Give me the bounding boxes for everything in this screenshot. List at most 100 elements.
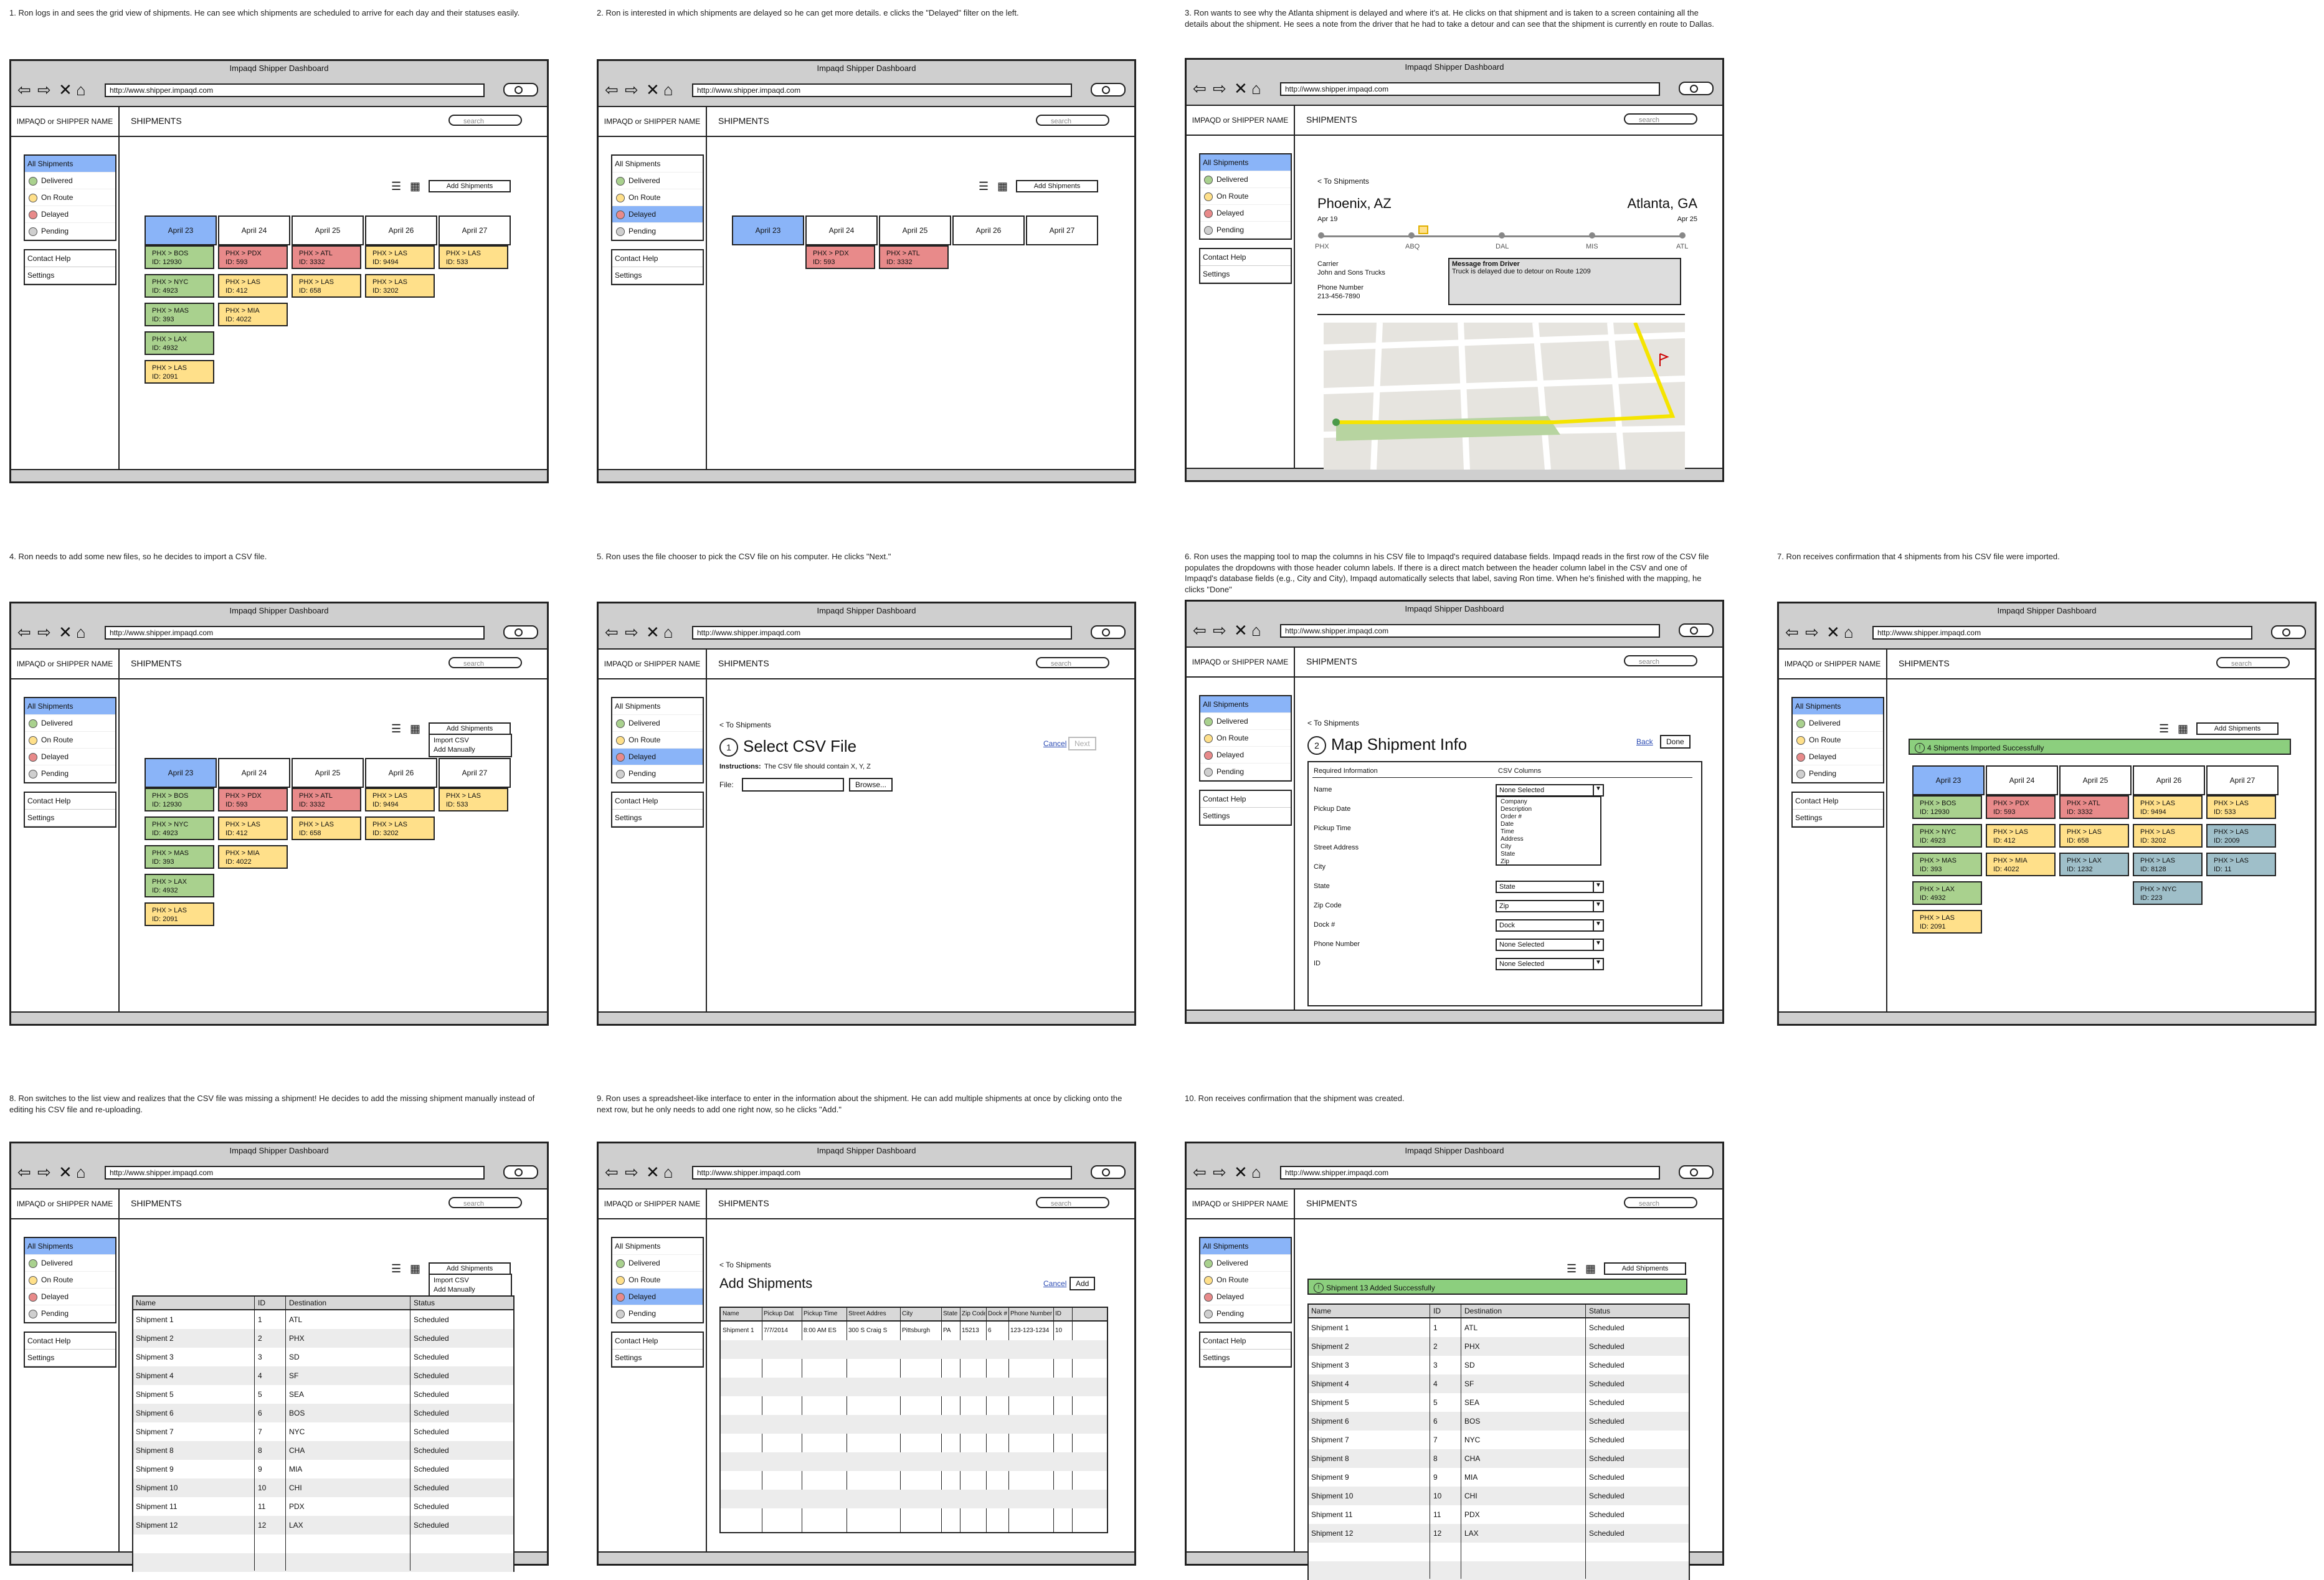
add-shipments-button[interactable]: Add Shipments — [2196, 722, 2279, 735]
day-column-header[interactable]: April 27 — [1026, 215, 1098, 245]
day-column-header[interactable]: April 25 — [292, 758, 364, 788]
sheet-empty-row[interactable] — [721, 1396, 1107, 1415]
search-input[interactable]: search — [448, 115, 522, 126]
shipment-card[interactable]: PHX > LAX ID: 1232 — [2059, 853, 2129, 876]
table-row[interactable]: Shipment 4 4 SF Scheduled — [133, 1366, 513, 1385]
add-shipments-button[interactable]: Add Shipments — [429, 1262, 511, 1275]
home-icon[interactable]: ⌂ — [663, 81, 673, 98]
day-column-header[interactable]: April 23 — [732, 215, 804, 245]
search-input[interactable]: search — [1036, 657, 1109, 668]
shipment-card[interactable]: PHX > MIA ID: 4022 — [218, 845, 288, 869]
shipment-card[interactable]: PHX > MAS ID: 393 — [145, 303, 214, 326]
list-view-icon[interactable]: ☰ — [979, 181, 989, 192]
close-icon[interactable]: ✕ — [1234, 622, 1248, 639]
day-column-header[interactable]: April 27 — [439, 215, 511, 245]
url-field[interactable]: http://www.shipper.impaqd.com — [105, 1166, 485, 1180]
shipment-card[interactable]: PHX > BOS ID: 12930 — [1912, 795, 1982, 819]
sheet-empty-row[interactable] — [721, 1378, 1107, 1396]
day-column-header[interactable]: April 23 — [1912, 765, 1985, 795]
table-row[interactable]: Shipment 2 2 PHX Scheduled — [133, 1329, 513, 1348]
column-option[interactable]: Address — [1501, 836, 1596, 843]
column-option[interactable]: City — [1501, 843, 1596, 851]
shipment-card[interactable]: PHX > MAS ID: 393 — [1912, 853, 1982, 876]
sidelink-contact-help[interactable]: Contact Help — [25, 1333, 115, 1350]
back-link[interactable]: < To Shipments — [1307, 719, 1359, 727]
sheet-empty-row[interactable] — [721, 1415, 1107, 1434]
table-row[interactable]: Shipment 6 6 BOS Scheduled — [133, 1404, 513, 1422]
back-arrow-icon[interactable]: ⇦ — [605, 623, 619, 641]
shipment-card[interactable]: PHX > LAX ID: 4932 — [145, 874, 214, 897]
column-header[interactable]: Status — [1589, 1305, 1610, 1317]
close-icon[interactable]: ✕ — [59, 623, 72, 641]
grid-view-icon[interactable]: ▦ — [997, 181, 1008, 192]
back-arrow-icon[interactable]: ⇦ — [17, 1163, 31, 1181]
home-icon[interactable]: ⌂ — [76, 1163, 86, 1181]
table-row[interactable]: Shipment 8 8 CHA Scheduled — [1309, 1449, 1689, 1468]
shipment-card[interactable]: PHX > PDX ID: 593 — [218, 788, 288, 811]
sidelink-contact-help[interactable]: Contact Help — [25, 250, 115, 267]
day-column-header[interactable]: April 24 — [218, 758, 290, 788]
table-row[interactable] — [1309, 1561, 1689, 1580]
sheet-cell[interactable]: Pittsburgh — [902, 1322, 941, 1340]
filter-delivered[interactable]: Delivered — [1200, 1255, 1291, 1272]
filter-all-shipments[interactable]: All Shipments — [1793, 698, 1883, 715]
filter-on-route[interactable]: On Route — [612, 189, 703, 206]
filter-pending[interactable]: Pending — [612, 223, 703, 240]
column-option[interactable]: Description — [1501, 806, 1596, 813]
filter-delivered[interactable]: Delivered — [612, 715, 703, 732]
url-field[interactable]: http://www.shipper.impaqd.com — [692, 83, 1072, 97]
shipment-card[interactable]: PHX > LAS ID: 412 — [1986, 824, 2056, 848]
table-row[interactable]: Shipment 8 8 CHA Scheduled — [133, 1441, 513, 1460]
sheet-empty-row[interactable] — [721, 1340, 1107, 1359]
sidelink-contact-help[interactable]: Contact Help — [612, 1333, 703, 1350]
column-select[interactable]: State — [1496, 881, 1604, 893]
url-field[interactable]: http://www.shipper.impaqd.com — [692, 626, 1072, 640]
cancel-link[interactable]: Cancel — [1043, 1279, 1066, 1288]
search-go-icon[interactable] — [2271, 625, 2306, 639]
forward-arrow-icon[interactable]: ⇨ — [625, 81, 638, 98]
close-icon[interactable]: ✕ — [59, 81, 72, 98]
sheet-cell[interactable]: 6 — [988, 1322, 1008, 1340]
filter-all-shipments[interactable]: All Shipments — [25, 156, 115, 173]
back-link-button[interactable]: Back — [1636, 737, 1653, 746]
sheet-empty-row[interactable] — [721, 1452, 1107, 1471]
column-option[interactable]: Order # — [1501, 813, 1596, 821]
shipment-card[interactable]: PHX > NYC ID: 4923 — [145, 274, 214, 298]
day-column-header[interactable]: April 24 — [805, 215, 878, 245]
table-row[interactable]: Shipment 2 2 PHX Scheduled — [1309, 1337, 1689, 1356]
column-option[interactable]: State — [1501, 851, 1596, 858]
search-go-icon[interactable] — [1679, 1165, 1714, 1179]
close-icon[interactable]: ✕ — [646, 623, 660, 641]
shipment-card[interactable]: PHX > NYC ID: 223 — [2133, 881, 2203, 905]
shipment-card[interactable]: PHX > PDX ID: 593 — [1986, 795, 2056, 819]
shipment-card[interactable]: PHX > MIA ID: 4022 — [218, 303, 288, 326]
table-row[interactable]: Shipment 9 9 MIA Scheduled — [133, 1460, 513, 1478]
filter-pending[interactable]: Pending — [1200, 222, 1291, 239]
search-go-icon[interactable] — [1679, 623, 1714, 637]
url-field[interactable]: http://www.shipper.impaqd.com — [105, 83, 485, 97]
table-row[interactable] — [1309, 1543, 1689, 1561]
filter-pending[interactable]: Pending — [1793, 765, 1883, 782]
search-input[interactable]: search — [448, 1197, 522, 1208]
add-shipments-button[interactable]: Add Shipments — [1604, 1262, 1686, 1275]
shipment-card[interactable]: PHX > NYC ID: 4923 — [1912, 824, 1982, 848]
filter-delayed[interactable]: Delayed — [25, 1289, 115, 1305]
column-header[interactable]: Destination — [1464, 1305, 1502, 1317]
menu-add-manually[interactable]: Add Manually — [434, 745, 507, 755]
list-view-icon[interactable]: ☰ — [1567, 1263, 1577, 1274]
day-column-header[interactable]: April 25 — [292, 215, 364, 245]
add-shipments-button[interactable]: Add Shipments — [429, 722, 511, 735]
close-icon[interactable]: ✕ — [1234, 1163, 1248, 1181]
filter-delivered[interactable]: Delivered — [1793, 715, 1883, 732]
search-input[interactable]: search — [1036, 1197, 1109, 1208]
filter-all-shipments[interactable]: All Shipments — [612, 1238, 703, 1255]
column-option[interactable]: Zip — [1501, 858, 1596, 864]
home-icon[interactable]: ⌂ — [1251, 80, 1261, 97]
grid-view-icon[interactable]: ▦ — [410, 723, 420, 734]
list-view-icon[interactable]: ☰ — [2159, 723, 2169, 734]
grid-view-icon[interactable]: ▦ — [2178, 723, 2188, 734]
grid-view-icon[interactable]: ▦ — [410, 181, 420, 192]
filter-on-route[interactable]: On Route — [612, 732, 703, 749]
sidelink-contact-help[interactable]: Contact Help — [1200, 249, 1291, 266]
table-row[interactable]: Shipment 3 3 SD Scheduled — [1309, 1356, 1689, 1374]
